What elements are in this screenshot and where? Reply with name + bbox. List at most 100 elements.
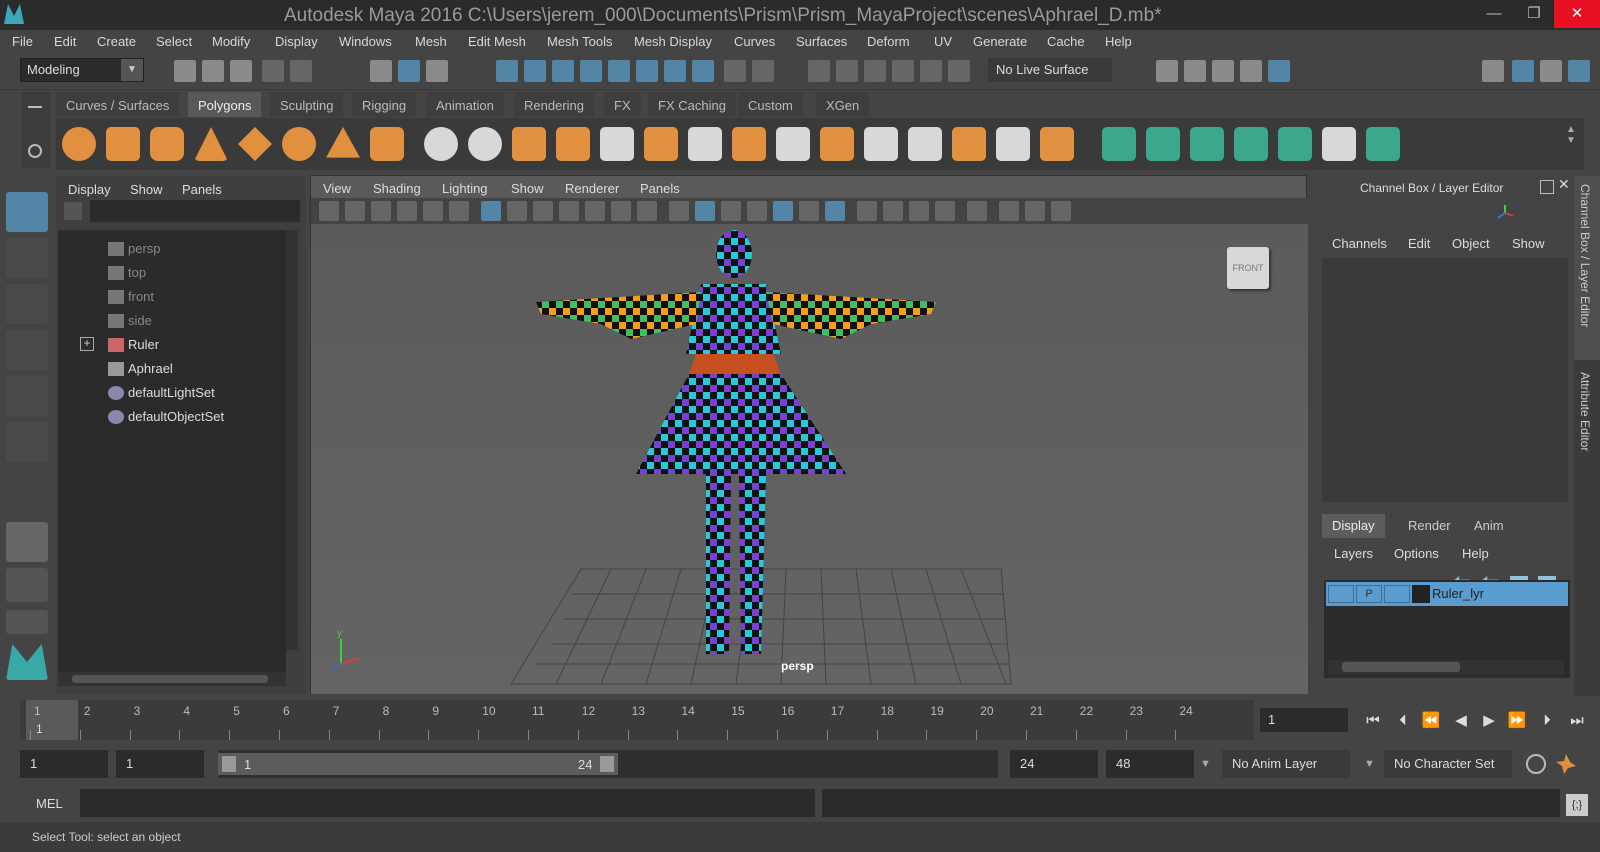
outliner-layout-icon[interactable] xyxy=(6,610,48,634)
layer-display-type-toggle[interactable] xyxy=(1384,585,1410,603)
layers-menu-help[interactable]: Help xyxy=(1462,546,1489,561)
anim-layer-field[interactable]: No Anim Layer xyxy=(1222,750,1350,778)
character-set-field[interactable]: No Character Set xyxy=(1384,750,1512,778)
channels-menu-edit[interactable]: Edit xyxy=(1408,236,1430,251)
poly-torus-icon[interactable] xyxy=(282,127,316,161)
tab-curves-surfaces[interactable]: Curves / Surfaces xyxy=(56,92,180,117)
outliner-item-side[interactable]: side xyxy=(128,313,152,328)
step-back-frame-icon[interactable]: ⏴ xyxy=(1392,710,1414,732)
menu-deform[interactable]: Deform xyxy=(867,34,910,49)
outliner-menu-panels[interactable]: Panels xyxy=(182,182,222,197)
viewport-menu-lighting[interactable]: Lighting xyxy=(442,181,488,196)
checker-map-icon[interactable] xyxy=(1322,127,1356,161)
play-backwards-icon[interactable]: ◀ xyxy=(1450,710,1472,732)
cylindrical-uv-icon[interactable] xyxy=(1146,127,1180,161)
auto-key-icon[interactable] xyxy=(1526,754,1546,774)
wireframe-on-shaded-icon[interactable] xyxy=(721,201,741,221)
tab-fx-caching[interactable]: FX Caching xyxy=(648,92,736,117)
render-frame-icon[interactable] xyxy=(1184,60,1206,82)
viewport-menu-renderer[interactable]: Renderer xyxy=(565,181,619,196)
outliner-item-top[interactable]: top xyxy=(128,265,146,280)
viewport-menu-show[interactable]: Show xyxy=(511,181,544,196)
chevron-down-icon[interactable]: ▼ xyxy=(1364,758,1375,770)
xray-icon[interactable] xyxy=(967,201,987,221)
paint-select-tool-icon[interactable] xyxy=(6,284,48,324)
time-slider[interactable]: 1 1 2 3 4 5 6 7 8 9 10 11 12 13 14 15 16 17 18 19 20 21 22 23 2… xyxy=(20,700,1254,740)
expand-icon[interactable]: + xyxy=(80,337,94,351)
bridge-icon[interactable] xyxy=(776,127,810,161)
outliner-filter-icon[interactable] xyxy=(64,202,82,220)
render-view-icon[interactable] xyxy=(1156,60,1178,82)
outliner-item-front[interactable]: front xyxy=(128,289,154,304)
open-scene-icon[interactable] xyxy=(202,60,224,82)
rotate-tool-icon[interactable] xyxy=(6,376,48,416)
scale-tool-icon[interactable] xyxy=(6,422,48,462)
outliner-vertical-scrollbar[interactable] xyxy=(286,230,298,650)
poly-sphere-icon[interactable] xyxy=(62,127,96,161)
tab-xgen[interactable]: XGen xyxy=(816,92,870,117)
wireframe-icon[interactable] xyxy=(669,201,689,221)
move-tool-icon[interactable] xyxy=(6,330,48,370)
animation-preferences-icon[interactable] xyxy=(1556,754,1576,774)
safe-action-icon[interactable] xyxy=(611,201,631,221)
select-tool-icon[interactable] xyxy=(6,192,48,232)
select-object-icon[interactable] xyxy=(398,60,420,82)
tab-polygons[interactable]: Polygons xyxy=(188,92,262,117)
step-forward-key-icon[interactable]: ⏩ xyxy=(1506,710,1528,732)
menu-set-dropdown[interactable]: Modeling ▼ xyxy=(20,58,144,82)
xray-joints-icon[interactable] xyxy=(999,201,1019,221)
offset-edge-loop-icon[interactable] xyxy=(952,127,986,161)
command-input[interactable] xyxy=(80,789,815,817)
lock-icon[interactable] xyxy=(724,60,746,82)
tab-rigging[interactable]: Rigging xyxy=(352,92,417,117)
range-end-handle[interactable] xyxy=(600,756,614,772)
range-slider[interactable]: 1 24 xyxy=(218,750,998,778)
layers-menu-layers[interactable]: Layers xyxy=(1334,546,1373,561)
append-polygon-icon[interactable] xyxy=(820,127,854,161)
viewport-menu-panels[interactable]: Panels xyxy=(640,181,680,196)
extrude-icon[interactable] xyxy=(644,127,678,161)
menu-curves[interactable]: Curves xyxy=(734,34,775,49)
magnet-live-icon[interactable] xyxy=(948,60,970,82)
poly-pipe-icon[interactable] xyxy=(370,127,404,161)
menu-mesh-display[interactable]: Mesh Display xyxy=(634,34,712,49)
redo-icon[interactable] xyxy=(290,60,312,82)
playback-start-field[interactable]: 1 xyxy=(116,750,204,778)
help-icon[interactable] xyxy=(692,60,714,82)
gate-mask-icon[interactable] xyxy=(559,201,579,221)
mirror-icon[interactable] xyxy=(512,127,546,161)
menu-cache[interactable]: Cache xyxy=(1047,34,1085,49)
merge-icon[interactable] xyxy=(1040,127,1074,161)
image-plane-icon[interactable] xyxy=(397,201,417,221)
channel-box-toggle-icon[interactable] xyxy=(1568,60,1590,82)
layer-playback-toggle[interactable]: P xyxy=(1356,585,1382,603)
exposure-icon[interactable] xyxy=(1051,201,1071,221)
select-hierarchy-icon[interactable] xyxy=(370,60,392,82)
layer-name[interactable]: Ruler_lyr xyxy=(1432,586,1484,601)
snap-grid-icon[interactable] xyxy=(496,60,518,82)
animation-end-field[interactable]: 48 xyxy=(1106,750,1194,778)
bevel-icon[interactable] xyxy=(732,127,766,161)
new-scene-icon[interactable] xyxy=(174,60,196,82)
poly-cube-icon[interactable] xyxy=(106,127,140,161)
uv-editor-icon[interactable] xyxy=(1278,127,1312,161)
magnet-surface-icon[interactable] xyxy=(920,60,942,82)
script-language-toggle[interactable]: MEL xyxy=(36,796,63,811)
maximize-button[interactable]: ❐ xyxy=(1514,0,1554,28)
shelf-collapse-icon[interactable] xyxy=(28,106,42,108)
2d-pan-zoom-icon[interactable] xyxy=(423,201,443,221)
go-to-start-icon[interactable]: ⏮ xyxy=(1362,710,1384,732)
lasso-tool-icon[interactable] xyxy=(6,238,48,278)
safe-title-icon[interactable] xyxy=(637,201,657,221)
backface-culling-icon[interactable] xyxy=(1025,201,1045,221)
snap-point-icon[interactable] xyxy=(552,60,574,82)
bookmark-icon[interactable] xyxy=(371,201,391,221)
live-surface-field[interactable]: No Live Surface xyxy=(988,58,1112,82)
play-forwards-icon[interactable]: ▶ xyxy=(1478,710,1500,732)
close-icon[interactable]: ✕ xyxy=(1558,176,1570,193)
layer-tab-render[interactable]: Render xyxy=(1398,514,1461,538)
snap-curve-icon[interactable] xyxy=(524,60,546,82)
menu-windows[interactable]: Windows xyxy=(339,34,392,49)
manipulator-icon[interactable] xyxy=(1496,204,1514,222)
channel-list[interactable] xyxy=(1322,258,1568,502)
